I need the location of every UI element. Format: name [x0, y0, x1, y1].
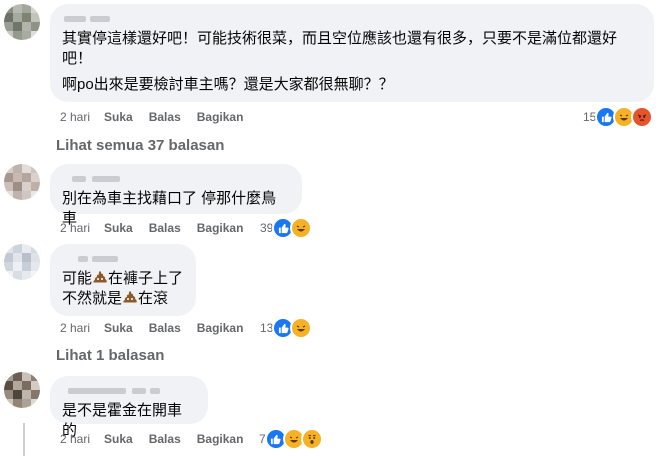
author-name-redacted[interactable] — [62, 172, 290, 186]
share-button[interactable]: Bagikan — [197, 431, 244, 447]
reaction-summary[interactable]: 13 — [260, 317, 313, 339]
author-name-redacted[interactable] — [62, 252, 184, 266]
like-button[interactable]: Suka — [104, 109, 133, 125]
share-button[interactable]: Bagikan — [197, 320, 244, 336]
share-button[interactable]: Bagikan — [197, 220, 244, 236]
timestamp[interactable]: 2 hari — [60, 109, 90, 125]
haha-icon — [290, 317, 313, 339]
comment-bubble: 別在為車主找藉口了 停那什麼鳥車 — [50, 164, 302, 227]
share-button[interactable]: Bagikan — [197, 109, 244, 125]
reaction-count: 13 — [260, 321, 274, 335]
comment-text: 可能 在褲子上了 不然就是 在滾 — [62, 270, 184, 307]
angry-icon — [631, 106, 654, 128]
reply-button[interactable]: Balas — [149, 220, 181, 236]
timestamp[interactable]: 2 hari — [60, 220, 90, 236]
timestamp[interactable]: 2 hari — [60, 320, 90, 336]
reaction-summary[interactable]: 7 — [259, 428, 323, 450]
reaction-count: 15 — [583, 110, 597, 124]
reply-button[interactable]: Balas — [149, 431, 181, 447]
reply-button[interactable]: Balas — [149, 320, 181, 336]
view-replies-link[interactable]: Lihat 1 balasan — [56, 347, 164, 364]
poop-emoji-icon — [123, 291, 137, 303]
comment-bubble: 可能 在褲子上了 不然就是 在滾 — [50, 244, 196, 316]
like-button[interactable]: Suka — [104, 431, 133, 447]
thread-line — [23, 423, 25, 456]
comment-actions: 2 hari Suka Balas Bagikan — [60, 320, 259, 336]
like-button[interactable]: Suka — [104, 220, 133, 236]
avatar[interactable] — [4, 244, 40, 280]
avatar[interactable] — [4, 4, 40, 40]
reaction-summary[interactable]: 15 — [583, 106, 654, 128]
reply-button[interactable]: Balas — [149, 109, 181, 125]
comment-bubble: 是不是霍金在開車的 — [50, 376, 208, 439]
comment-bubble: 其實停這樣還好吧！可能技術很菜，而且空位應該也還有很多，只要不是滿位都還好 吧！… — [50, 4, 654, 102]
poop-emoji-icon — [93, 271, 107, 283]
author-name-redacted[interactable] — [62, 384, 196, 398]
comment-actions: 2 hari Suka Balas Bagikan — [60, 220, 259, 236]
like-button[interactable]: Suka — [104, 320, 133, 336]
view-replies-link[interactable]: Lihat semua 37 balasan — [56, 137, 224, 154]
author-name-redacted[interactable] — [62, 12, 642, 26]
haha-icon — [290, 217, 313, 239]
avatar[interactable] — [4, 164, 40, 200]
comment-actions: 2 hari Suka Balas Bagikan — [60, 431, 259, 447]
reaction-count: 39 — [260, 221, 274, 235]
comment-text: 其實停這樣還好吧！可能技術很菜，而且空位應該也還有很多，只要不是滿位都還好 吧！… — [62, 30, 618, 93]
wow-icon — [300, 428, 323, 450]
reaction-summary[interactable]: 39 — [260, 217, 313, 239]
comment-actions: 2 hari Suka Balas Bagikan — [60, 109, 259, 125]
timestamp[interactable]: 2 hari — [60, 431, 90, 447]
avatar[interactable] — [4, 372, 40, 408]
